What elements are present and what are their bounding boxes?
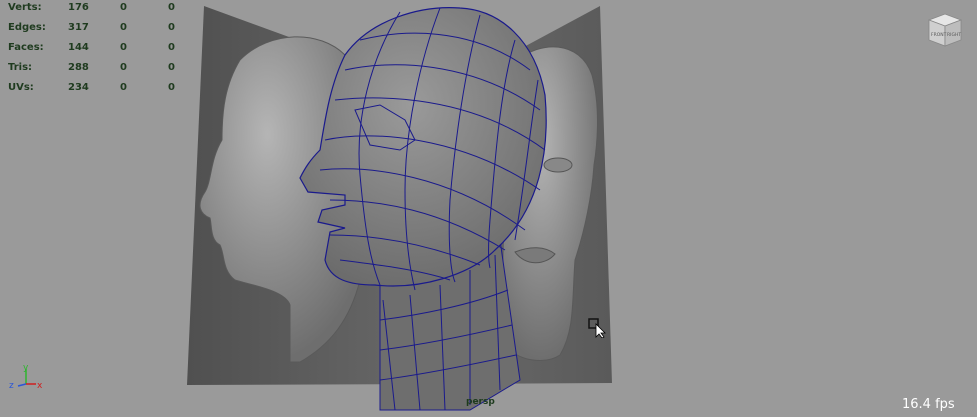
hud-label: UVs: <box>8 81 34 93</box>
3d-viewport[interactable]: Verts: 176 0 0 Edges: 317 0 0 Faces: 144… <box>0 0 977 417</box>
hud-value: 288 <box>68 61 89 73</box>
hud-value: 0 <box>120 41 127 53</box>
hud-value: 0 <box>120 61 127 73</box>
view-cube-front-label[interactable]: FRONT <box>931 32 947 38</box>
hud-row-faces: Faces: 144 0 0 <box>8 37 216 57</box>
hud-label: Edges: <box>8 21 46 33</box>
view-cube[interactable]: FRONT RIGHT <box>925 12 965 48</box>
hud-value: 0 <box>168 81 175 93</box>
hud-value: 0 <box>168 41 175 53</box>
camera-label: persp <box>466 397 495 407</box>
hud-row-edges: Edges: 317 0 0 <box>8 17 216 37</box>
hud-value: 0 <box>168 61 175 73</box>
view-cube-right-label[interactable]: RIGHT <box>947 32 961 38</box>
axis-z-label: z <box>9 381 14 391</box>
hud-label: Verts: <box>8 1 42 13</box>
hud-value: 234 <box>68 81 89 93</box>
hud-value: 176 <box>68 1 89 13</box>
hud-row-uvs: UVs: 234 0 0 <box>8 77 216 97</box>
axis-y-label: y <box>23 363 29 373</box>
hud-value: 0 <box>120 1 127 13</box>
hud-value: 0 <box>120 81 127 93</box>
hud-row-tris: Tris: 288 0 0 <box>8 57 216 77</box>
hud-value: 0 <box>168 1 175 13</box>
axis-x-label: x <box>37 381 43 391</box>
poly-count-hud: Verts: 176 0 0 Edges: 317 0 0 Faces: 144… <box>8 0 216 97</box>
fps-counter: 16.4 fps <box>902 397 955 412</box>
axis-gizmo: y x z <box>9 363 43 391</box>
mouse-cursor-icon <box>588 318 606 338</box>
hud-value: 144 <box>68 41 89 53</box>
hud-label: Tris: <box>8 61 33 73</box>
hud-value: 317 <box>68 21 89 33</box>
hud-label: Faces: <box>8 41 44 53</box>
hud-value: 0 <box>120 21 127 33</box>
hud-row-verts: Verts: 176 0 0 <box>8 0 216 17</box>
hud-value: 0 <box>168 21 175 33</box>
